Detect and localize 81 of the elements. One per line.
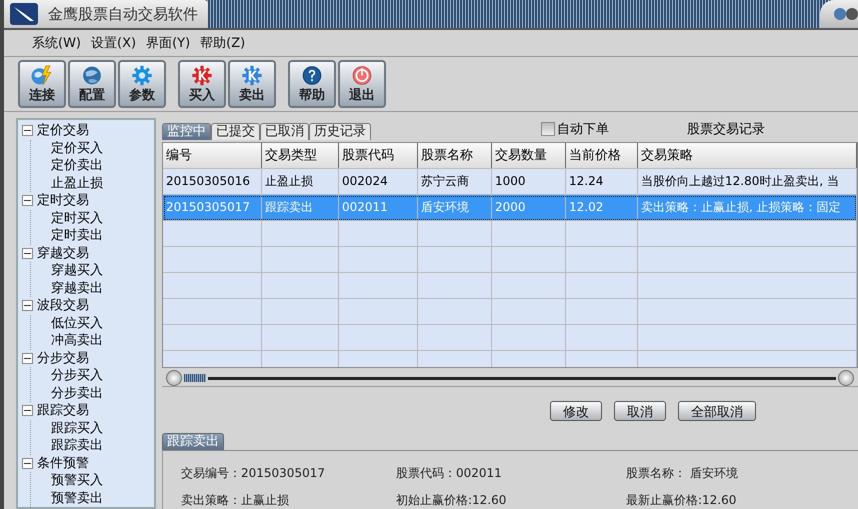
tree-item[interactable]: 跟踪交易: [37, 402, 89, 420]
action-button[interactable]: 取消: [614, 401, 666, 422]
detail-field: 初始止赢价格:12.60: [396, 492, 626, 509]
table-cell: 002011: [339, 194, 418, 220]
column-header[interactable]: 交易数量: [492, 142, 566, 168]
tree-item[interactable]: 定时卖出: [51, 228, 103, 243]
table-cell: 20150305016: [163, 168, 262, 194]
tree-item[interactable]: 穿越交易: [37, 244, 89, 262]
tree-item[interactable]: 分步卖出: [51, 386, 103, 400]
menu-item[interactable]: 设置(X): [91, 34, 136, 52]
table-cell: 跟踪卖出: [262, 194, 339, 220]
table-cell: 苏宁云商: [418, 168, 492, 194]
window-controls-icon[interactable]: [834, 7, 858, 21]
action-button[interactable]: 全部取消: [678, 401, 756, 422]
tab[interactable]: 已取消: [260, 122, 309, 140]
tree-item[interactable]: 定价交易: [37, 122, 89, 140]
table-cell: 止盈止损: [262, 168, 339, 194]
tree-item[interactable]: 分步买入: [51, 368, 103, 383]
detail-field: 股票代码：002011: [396, 465, 626, 482]
toolbar-button[interactable]: 退出: [338, 60, 386, 108]
tree-item[interactable]: 冲高卖出: [51, 333, 103, 348]
section-title: 股票交易记录: [687, 120, 765, 138]
table-cell: 盾安环境: [418, 194, 492, 220]
window-title: 金鹰股票自动交易软件: [48, 4, 198, 24]
toolbar-button[interactable]: 连接: [18, 60, 66, 108]
toolbar-button[interactable]: 帮助: [288, 60, 336, 108]
toolbar-button[interactable]: 配置: [68, 60, 116, 108]
tree-item[interactable]: 定价卖出: [51, 158, 103, 173]
tree-item[interactable]: 预警卖出: [51, 490, 103, 506]
table-cell: 当股价向上越过12.80时止盈卖出, 当: [638, 168, 857, 194]
column-header[interactable]: 当前价格: [566, 142, 638, 168]
collapse-toggle[interactable]: [22, 195, 33, 206]
toolbar-button[interactable]: 卖出: [228, 60, 276, 108]
table-cell: 2000: [492, 194, 566, 220]
tree-item[interactable]: 跟踪卖出: [51, 438, 103, 453]
table-cell: 002024: [339, 168, 418, 194]
detail-field: 最新止赢价格:12.60: [626, 492, 858, 509]
detail-field: 交易编号：20150305017: [181, 465, 396, 482]
column-header[interactable]: 交易策略: [638, 142, 857, 168]
tree-item[interactable]: 分步交易: [37, 350, 89, 367]
table-cell: 1000: [492, 168, 566, 194]
table-cell: 20150305017: [163, 194, 262, 220]
checkbox-label[interactable]: 自动下单: [557, 120, 609, 138]
checkbox[interactable]: [541, 122, 555, 136]
collapse-toggle[interactable]: [22, 248, 33, 259]
collapse-toggle[interactable]: [22, 352, 33, 364]
detail-field: 卖出策略：止赢止损: [181, 492, 396, 509]
detail-tab[interactable]: 跟踪卖出: [162, 433, 224, 450]
tree-item[interactable]: 穿越卖出: [51, 280, 103, 296]
collapse-toggle[interactable]: [22, 125, 33, 136]
table-cell: 12.24: [566, 168, 638, 194]
eagle-logo-icon: [10, 3, 38, 25]
column-header[interactable]: 编号: [163, 142, 262, 168]
collapse-toggle[interactable]: [22, 300, 33, 312]
table-cell: 卖出策略：止赢止损, 止损策略：固定: [638, 194, 857, 220]
column-header[interactable]: 股票名称: [418, 142, 492, 168]
column-header[interactable]: 交易类型: [262, 142, 339, 168]
tree-item[interactable]: 跟踪买入: [51, 420, 103, 436]
menu-item[interactable]: 帮助(Z): [200, 34, 246, 52]
tree-item[interactable]: 定价买入: [51, 140, 103, 156]
tab[interactable]: 历史记录: [309, 122, 371, 140]
tree-item[interactable]: 定时买入: [51, 210, 103, 226]
horizontal-scrollbar[interactable]: [162, 370, 858, 388]
column-header[interactable]: 股票代码: [339, 142, 418, 168]
collapse-toggle[interactable]: [22, 458, 33, 469]
tree-item[interactable]: 低位买入: [51, 316, 103, 330]
menu-item[interactable]: 界面(Y): [146, 34, 190, 52]
tree-item[interactable]: 波段交易: [37, 297, 89, 314]
tree-item[interactable]: 止盈止损: [51, 176, 103, 190]
toolbar-button[interactable]: 参数: [118, 60, 166, 108]
tree-item[interactable]: 预警买入: [51, 473, 103, 488]
tree-item[interactable]: 定时交易: [37, 192, 89, 210]
toolbar-button[interactable]: 买入: [178, 60, 226, 108]
tab[interactable]: 已提交: [211, 122, 260, 140]
action-button[interactable]: 修改: [550, 401, 602, 422]
tree-item[interactable]: 穿越买入: [51, 263, 103, 278]
collapse-toggle[interactable]: [22, 405, 33, 416]
detail-field: 股票名称： 盾安环境: [626, 465, 858, 482]
menu-item[interactable]: 系统(W): [32, 34, 81, 52]
tree-item[interactable]: 条件预警: [37, 454, 89, 472]
table-cell: 12.02: [566, 194, 638, 220]
